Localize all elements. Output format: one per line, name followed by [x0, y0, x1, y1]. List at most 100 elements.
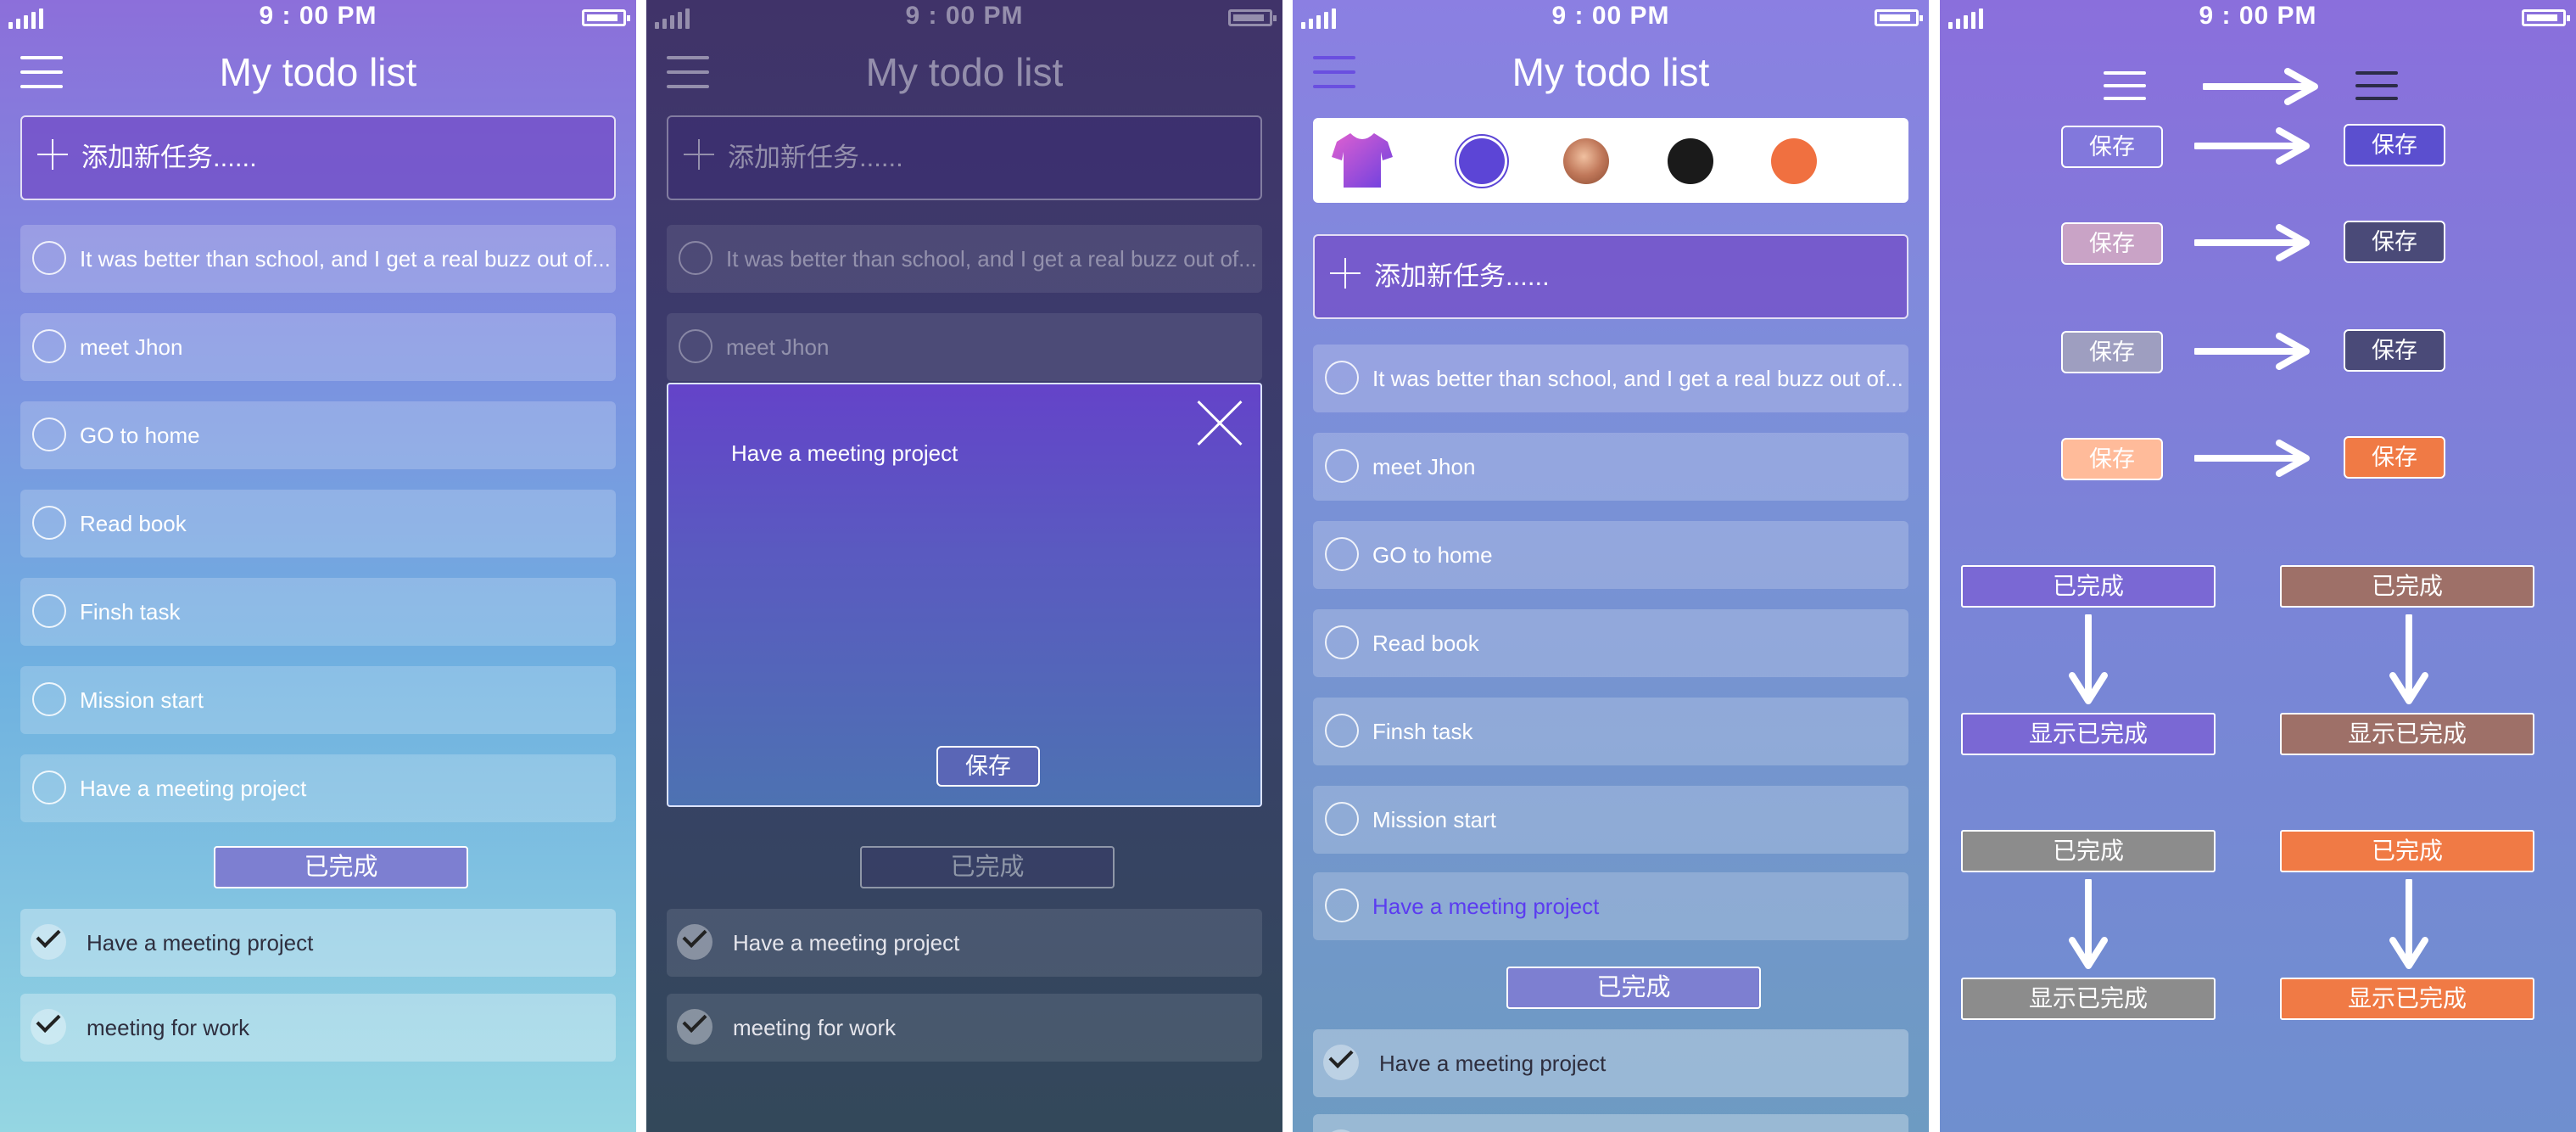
completed-task-item[interactable]: Have a meeting project	[20, 909, 616, 977]
plus-icon	[684, 139, 714, 170]
checkbox-circle[interactable]	[1325, 888, 1359, 922]
add-task-placeholder: 添加新任务......	[81, 143, 257, 172]
task-item[interactable]: Finsh task	[1313, 698, 1908, 765]
color-swatch-orange[interactable]	[1771, 138, 1817, 184]
completed-task-item[interactable]: meeting for work	[20, 994, 616, 1062]
check-icon[interactable]	[677, 924, 712, 960]
task-label: meet Jhon	[726, 334, 830, 360]
plus-icon	[37, 139, 68, 170]
theme-picker-screen: 9 : 00 PM My todo list 添加新任务...... It wa…	[1293, 0, 1929, 1132]
checkbox-circle[interactable]	[1325, 802, 1359, 836]
checkbox-circle[interactable]	[32, 594, 66, 628]
show-completed-tag: 显示已完成	[2280, 713, 2534, 755]
save-button: 保存	[2061, 126, 2163, 168]
completed-task-item[interactable]: Have a meeting project	[667, 909, 1262, 977]
save-button: 保存	[2061, 222, 2163, 265]
task-item[interactable]: Mission start	[20, 666, 616, 734]
save-button: 保存	[2344, 124, 2445, 166]
task-label: meeting for work	[87, 1015, 250, 1040]
task-label: Finsh task	[1372, 719, 1473, 744]
add-task-input[interactable]: 添加新任务......	[20, 115, 616, 200]
status-time: 9 : 00 PM	[905, 2, 1024, 30]
checkbox-circle[interactable]	[1325, 625, 1359, 659]
plus-icon	[1330, 258, 1361, 289]
checkbox-circle[interactable]	[1325, 714, 1359, 748]
color-swatch-black[interactable]	[1668, 138, 1713, 184]
check-icon[interactable]	[31, 924, 66, 960]
completed-tag: 已完成	[1961, 830, 2216, 872]
task-item[interactable]: It was better than school, and I get a r…	[1313, 345, 1908, 412]
completed-toggle-button[interactable]: 已完成	[860, 846, 1115, 888]
arrow-down-icon	[2069, 879, 2108, 969]
completed-toggle-button[interactable]: 已完成	[1506, 967, 1761, 1009]
checkbox-circle[interactable]	[32, 417, 66, 451]
checkbox-circle[interactable]	[32, 771, 66, 804]
checkbox-circle[interactable]	[1325, 449, 1359, 483]
arrow-right-icon	[2194, 333, 2310, 370]
task-label: GO to home	[80, 423, 200, 448]
theme-palette	[1313, 118, 1908, 203]
theme-guide-screen: 9 : 00 PM 保存 保存 保存 保存 保存 保存 保存 保存 已完成 显示…	[1940, 0, 2576, 1132]
task-label: meet Jhon	[80, 334, 183, 360]
page-title: My todo list	[1512, 50, 1710, 94]
task-item[interactable]: Have a meeting project	[1313, 872, 1908, 940]
task-item[interactable]: meet Jhon	[20, 313, 616, 381]
task-item[interactable]: Have a meeting project	[20, 754, 616, 822]
task-item[interactable]: meet Jhon	[1313, 433, 1908, 501]
task-item[interactable]: GO to home	[20, 401, 616, 469]
color-swatch-texture[interactable]	[1563, 138, 1609, 184]
completed-task-item[interactable]: Have a meeting project	[1313, 1029, 1908, 1097]
task-item[interactable]: meet Jhon	[667, 313, 1262, 381]
arrow-down-icon	[2389, 879, 2428, 969]
task-label: It was better than school, and I get a r…	[80, 246, 611, 272]
check-icon[interactable]	[677, 1009, 712, 1045]
status-bar: 9 : 00 PM	[1293, 0, 1929, 37]
status-bar: 9 : 00 PM	[646, 0, 1282, 37]
task-item[interactable]: Read book	[1313, 609, 1908, 677]
task-item[interactable]: It was better than school, and I get a r…	[20, 225, 616, 293]
task-label: It was better than school, and I get a r…	[726, 246, 1257, 272]
checkbox-circle[interactable]	[32, 329, 66, 363]
checkbox-circle[interactable]	[32, 682, 66, 716]
battery-icon	[2522, 9, 2570, 26]
add-task-input[interactable]: 添加新任务......	[667, 115, 1262, 200]
completed-task-item[interactable]: meeting for work	[667, 994, 1262, 1062]
task-label: GO to home	[1372, 542, 1493, 568]
page-title: My todo list	[865, 50, 1064, 94]
add-task-input[interactable]: 添加新任务......	[1313, 234, 1908, 319]
checkbox-circle[interactable]	[1325, 361, 1359, 395]
task-item[interactable]: It was better than school, and I get a r…	[667, 225, 1262, 293]
checkbox-circle[interactable]	[32, 241, 66, 275]
shirt-icon[interactable]	[1330, 132, 1394, 189]
arrow-right-icon	[2194, 440, 2310, 477]
task-item[interactable]: Read book	[20, 490, 616, 558]
arrow-right-icon	[2203, 68, 2318, 105]
task-item[interactable]: Mission start	[1313, 786, 1908, 854]
completed-toggle-button[interactable]: 已完成	[214, 846, 468, 888]
completed-task-item[interactable]	[1313, 1114, 1908, 1132]
save-button[interactable]: 保存	[936, 746, 1040, 787]
checkbox-circle[interactable]	[679, 329, 712, 363]
task-label: Have a meeting project	[1379, 1051, 1607, 1076]
color-swatch-purple[interactable]	[1459, 138, 1505, 184]
status-bar: 9 : 00 PM	[0, 0, 636, 37]
task-label: Have a meeting project	[1372, 894, 1600, 919]
check-icon[interactable]	[31, 1009, 66, 1045]
checkbox-circle[interactable]	[1325, 537, 1359, 571]
save-button: 保存	[2061, 438, 2163, 480]
task-label: Read book	[80, 511, 187, 536]
task-label: Have a meeting project	[733, 930, 960, 955]
show-completed-tag: 显示已完成	[2280, 978, 2534, 1020]
task-item[interactable]: Finsh task	[20, 578, 616, 646]
modal-task-text[interactable]: Have a meeting project	[731, 440, 958, 467]
checkbox-circle[interactable]	[679, 241, 712, 275]
task-item[interactable]: GO to home	[1313, 521, 1908, 589]
status-bar: 9 : 00 PM	[1940, 0, 2576, 37]
checkbox-circle[interactable]	[32, 506, 66, 540]
arrow-right-icon	[2194, 224, 2310, 261]
close-icon[interactable]	[1196, 400, 1243, 447]
task-label: meeting for work	[733, 1015, 897, 1040]
check-icon[interactable]	[1323, 1045, 1359, 1080]
edit-modal-screen: 9 : 00 PM My todo list 添加新任务...... It wa…	[646, 0, 1282, 1132]
save-button: 保存	[2061, 331, 2163, 373]
